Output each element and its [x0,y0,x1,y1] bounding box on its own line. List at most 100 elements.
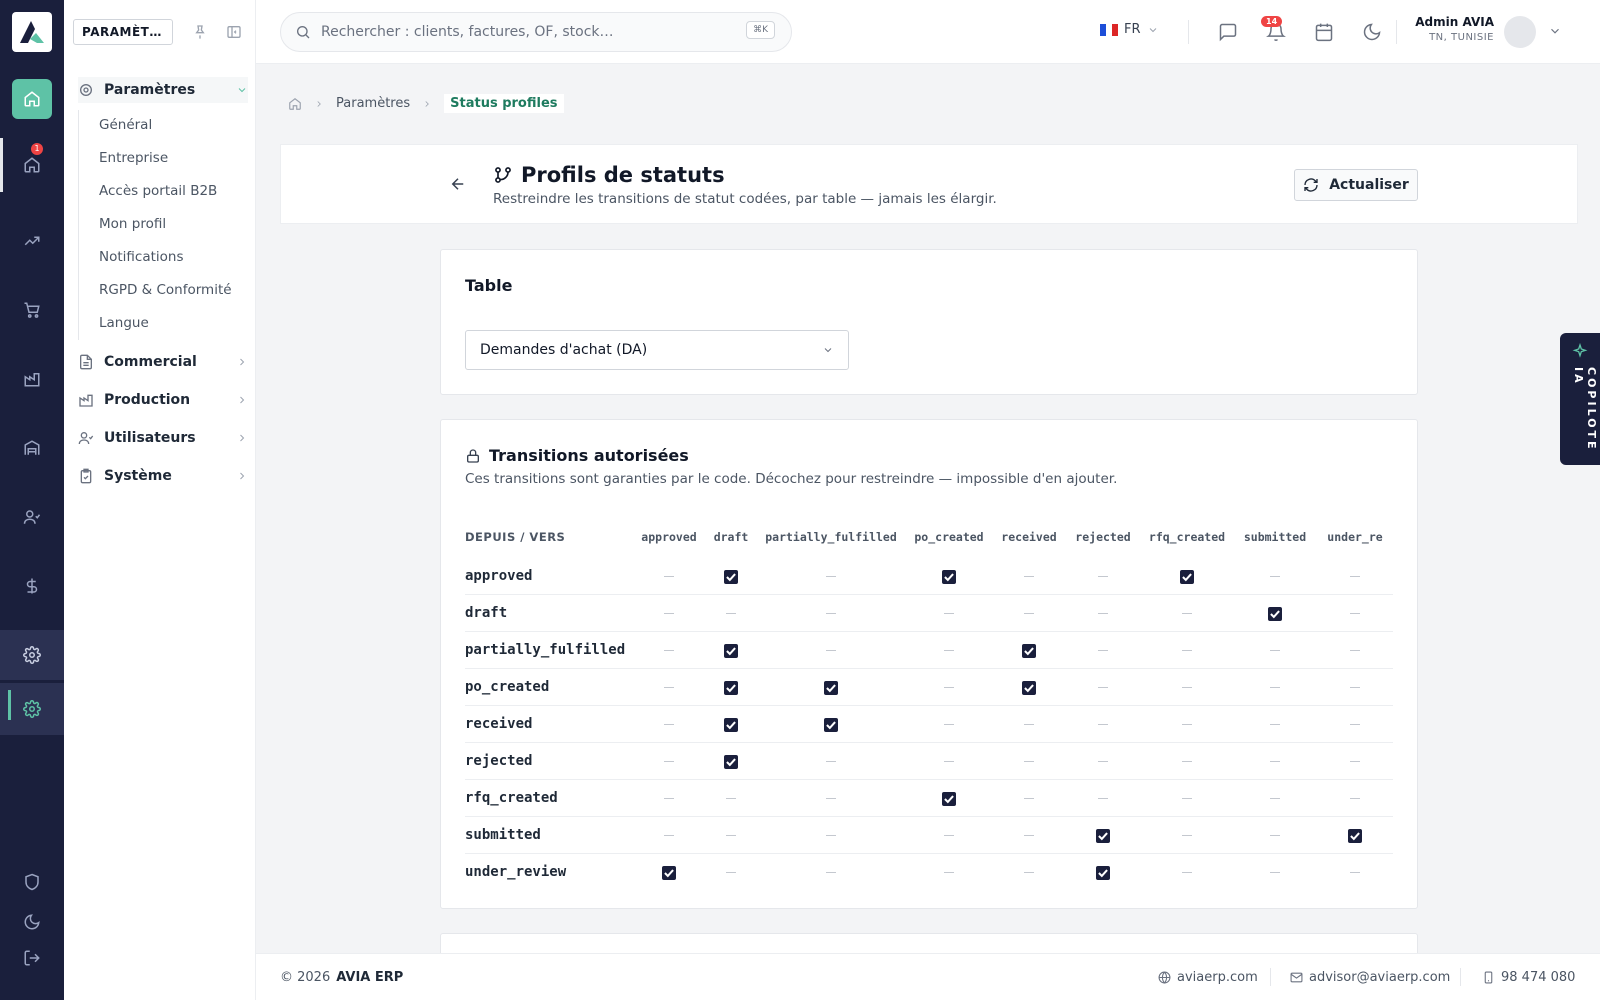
settings-icon[interactable] [12,635,52,675]
transition-unavailable [1182,872,1192,873]
calendar-icon[interactable] [1314,22,1334,42]
transition-unavailable [726,835,736,836]
breadcrumb-parent[interactable]: Paramètres [336,96,410,111]
avatar[interactable] [1504,16,1536,48]
transition-unavailable [1098,724,1108,725]
chat-icon[interactable] [1218,22,1238,42]
home-icon[interactable] [12,79,52,119]
collapse-sidebar-icon[interactable] [226,24,242,40]
breadcrumb: Paramètres Status profiles [288,94,564,113]
notification-count: 14 [1261,16,1283,27]
chevron-right-icon [240,472,245,480]
trending-icon[interactable] [12,221,52,261]
sidebar-group-commercial[interactable]: Commercial [78,349,248,375]
transition-checkbox[interactable] [824,718,838,732]
transition-checkbox[interactable] [1096,866,1110,880]
transition-checkbox[interactable] [1096,829,1110,843]
divider [1460,968,1461,986]
transition-unavailable [1270,835,1280,836]
matrix-row-label: approved [465,568,533,584]
logout-icon[interactable] [12,938,52,978]
pin-icon[interactable] [192,24,208,40]
shield-icon[interactable] [12,862,52,902]
settings-active-icon[interactable] [12,689,52,729]
sidebar-title[interactable]: PARAMÈT… [73,19,173,45]
footer-website[interactable]: aviaerp.com [1158,970,1258,985]
footer-email[interactable]: advisor@aviaerp.com [1290,970,1450,985]
transition-unavailable [826,650,836,651]
transition-checkbox[interactable] [724,755,738,769]
transition-checkbox[interactable] [1180,570,1194,584]
moon-icon[interactable] [12,902,52,942]
app-logo[interactable] [12,12,52,52]
user-name[interactable]: Admin AVIA [1415,15,1494,29]
email-link[interactable]: advisor@aviaerp.com [1309,970,1450,985]
sidebar-item-general[interactable]: Général [99,117,152,133]
transition-unavailable [826,872,836,873]
mail-icon [1290,972,1303,982]
footer: © 2026 AVIA ERP aviaerp.com advisor@avia… [256,953,1600,1000]
transition-checkbox[interactable] [942,792,956,806]
home-icon[interactable] [288,97,302,111]
refresh-button[interactable]: Actualiser [1294,169,1418,201]
transition-checkbox[interactable] [1022,681,1036,695]
global-search[interactable]: ⌘K [280,12,792,52]
copilot-label: COPILOTE IA [1572,367,1598,452]
transition-unavailable [664,687,674,688]
matrix-row-label: rejected [465,753,533,769]
language-selector[interactable]: FR [1100,22,1159,37]
transition-unavailable [1350,576,1360,577]
sidebar-group-production[interactable]: Production [78,387,248,413]
transition-checkbox[interactable] [942,570,956,584]
transition-checkbox[interactable] [1268,607,1282,621]
transition-checkbox[interactable] [1022,644,1036,658]
sidebar-item-entreprise[interactable]: Entreprise [99,150,168,166]
moon-icon[interactable] [1362,22,1382,42]
transition-unavailable [664,835,674,836]
transition-unavailable [944,687,954,688]
website-link[interactable]: aviaerp.com [1177,970,1258,985]
transition-unavailable [1350,872,1360,873]
transition-checkbox[interactable] [824,681,838,695]
transition-checkbox[interactable] [724,681,738,695]
sidebar-item-mon-profil[interactable]: Mon profil [99,216,166,232]
copilot-tab[interactable]: COPILOTE IA [1560,333,1600,465]
warehouse-icon[interactable] [12,428,52,468]
transition-checkbox[interactable] [724,718,738,732]
transition-unavailable [1024,576,1034,577]
users-icon[interactable] [12,497,52,537]
transition-checkbox[interactable] [1348,829,1362,843]
transition-unavailable [1098,687,1108,688]
page-title: Profils de statuts [521,163,725,187]
table-select[interactable]: Demandes d'achat (DA) [465,330,849,370]
matrix-column-header: draft [713,530,749,544]
sidebar-item-rgpd[interactable]: RGPD & Conformité [99,282,232,298]
dollar-icon[interactable] [12,566,52,606]
factory-icon[interactable] [12,359,52,399]
back-arrow-icon[interactable] [449,175,467,193]
matrix-corner-label: DEPUIS / VERS [465,530,566,544]
cart-icon[interactable] [12,290,52,330]
select-value: Demandes d'achat (DA) [480,342,648,358]
footer-phone[interactable]: 98 474 080 [1482,970,1575,985]
transition-checkbox[interactable] [724,644,738,658]
sidebar-group-parametres[interactable]: Paramètres [78,77,248,103]
transition-unavailable [1182,650,1192,651]
sidebar-item-langue[interactable]: Langue [99,315,149,331]
sidebar-group-systeme[interactable]: Système [78,463,248,489]
transition-checkbox[interactable] [662,866,676,880]
gear-icon [80,84,92,96]
transition-unavailable [1270,687,1280,688]
sidebar-item-notifications[interactable]: Notifications [99,249,184,265]
transition-unavailable [826,761,836,762]
transition-unavailable [1098,576,1108,577]
sidebar-group-utilisateurs[interactable]: Utilisateurs [78,425,248,451]
search-input[interactable] [321,24,721,40]
card-title: Table [465,276,513,295]
transition-unavailable [1024,613,1034,614]
transition-checkbox[interactable] [724,570,738,584]
sidebar-item-portail-b2b[interactable]: Accès portail B2B [99,183,217,199]
transitions-card: Transitions autorisées Ces transitions s… [440,419,1418,909]
chevron-down-icon[interactable] [1548,24,1568,44]
transition-unavailable [1182,798,1192,799]
